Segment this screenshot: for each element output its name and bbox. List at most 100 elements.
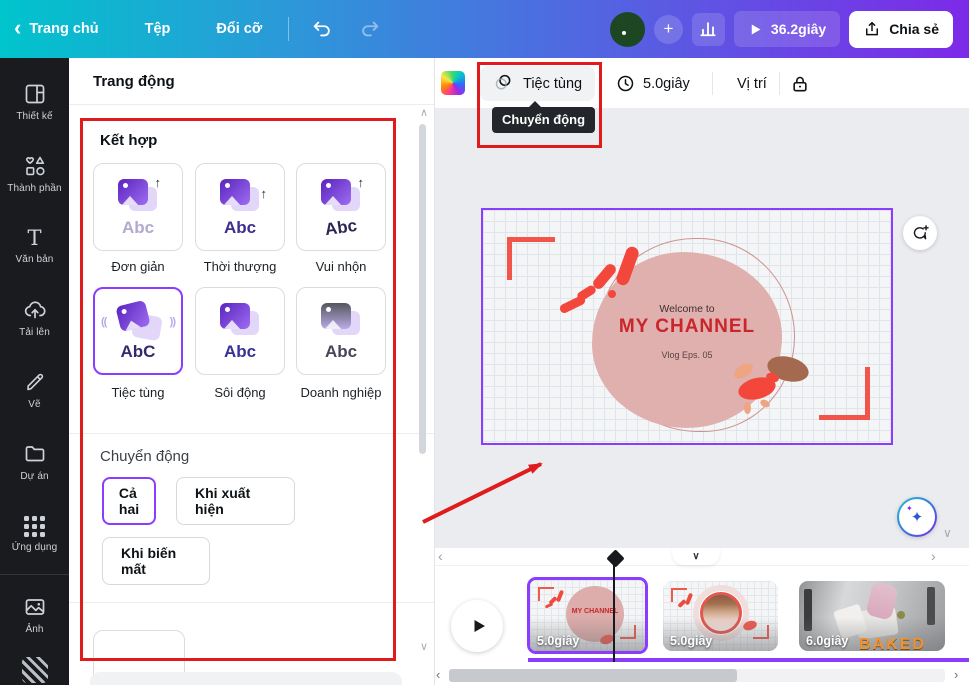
playhead-line[interactable] xyxy=(613,562,615,662)
panel-divider xyxy=(69,433,434,434)
background-tool-icon[interactable] xyxy=(22,657,48,683)
bar-chart-icon xyxy=(698,19,718,39)
timeline-scrollbar-thumb[interactable] xyxy=(449,669,737,682)
sidebar-item-uploads[interactable]: Tải lên xyxy=(0,282,69,354)
animation-style-button[interactable]: Tiệc tùng xyxy=(480,66,595,101)
page-thumbnail-2[interactable]: 5.0giây xyxy=(663,581,778,651)
brush-stroke xyxy=(608,290,616,298)
timeline-seam xyxy=(435,565,969,566)
animation-style-label: Đơn giản xyxy=(92,259,184,274)
motion-option-both[interactable]: Cả hai xyxy=(102,477,156,525)
canvas-page[interactable]: Welcome to MY CHANNEL Vlog Eps. 05 xyxy=(481,208,893,445)
menu-resize[interactable]: Đổi cỡ xyxy=(216,21,262,37)
color-swatch-button[interactable] xyxy=(441,71,465,95)
lock-button[interactable] xyxy=(785,69,815,99)
sidebar-item-text[interactable]: T Văn bản xyxy=(0,210,69,282)
combo-section-heading: Kết hợp xyxy=(100,132,157,149)
panel-title: Trang động xyxy=(69,58,434,105)
timeline-scrollbar-left-icon[interactable]: ‹ xyxy=(436,667,440,682)
motion-option-on-exit[interactable]: Khi biến mất xyxy=(102,537,210,585)
animation-style-thumbnail: ↑ Abc xyxy=(107,178,169,236)
back-home-button[interactable]: ‹ Trang chủ xyxy=(14,19,99,39)
preview-play-button[interactable]: 36.2giây xyxy=(734,11,840,47)
text-icon: T xyxy=(27,227,41,249)
context-toolbar: Tiệc tùng 5.0giây Vị trí xyxy=(435,58,969,108)
page-thumbnail-1[interactable]: MY CHANNEL 5.0giây xyxy=(527,577,648,654)
sound-waves-right: )) xyxy=(170,316,175,328)
insights-button[interactable] xyxy=(692,13,725,46)
page-duration-button[interactable]: 5.0giây xyxy=(608,66,698,101)
animation-tooltip: Chuyển động xyxy=(492,107,595,133)
elements-icon xyxy=(23,154,47,178)
timeline-panel: ‹ ∨ › MY CHANNEL 5.0giây xyxy=(435,548,969,685)
floral-shape xyxy=(744,402,751,414)
brush-stroke xyxy=(558,295,586,315)
play-icon xyxy=(470,617,488,635)
upload-cloud-icon xyxy=(23,298,47,322)
add-member-button[interactable]: + xyxy=(654,15,683,44)
panel-scroll-up-icon[interactable]: ∧ xyxy=(420,106,428,119)
animation-style-thumbnail: (( )) AbC xyxy=(107,302,169,360)
panel-scrollbar-thumb[interactable] xyxy=(419,124,426,454)
sidebar-item-elements[interactable]: Thành phần xyxy=(0,138,69,210)
animation-style-label: Thời thượng xyxy=(194,259,286,274)
animation-style-card-doanh-nghiep[interactable]: Abc xyxy=(296,287,386,375)
timeline-play-button[interactable] xyxy=(451,600,503,652)
animation-style-thumbnail: Abc xyxy=(310,302,372,360)
animation-style-card-don-gian[interactable]: ↑ Abc xyxy=(93,163,183,251)
sidebar-item-photos[interactable]: Ảnh xyxy=(0,579,69,651)
animation-style-card-thoi-thuong[interactable]: ↑ Abc xyxy=(195,163,285,251)
image-icon xyxy=(23,595,47,619)
clock-icon xyxy=(616,74,635,93)
design-title-text: MY CHANNEL xyxy=(587,316,787,338)
scroll-down-icon[interactable]: ∨ xyxy=(943,526,952,540)
sidebar-item-projects[interactable]: Dự án xyxy=(0,426,69,498)
sparkles-icon: ✦✦ xyxy=(899,499,935,535)
corner-bracket-top-left xyxy=(507,237,555,280)
toolbar-divider xyxy=(712,72,713,95)
share-label: Chia sẻ xyxy=(889,21,939,37)
animation-style-thumbnail: Abc xyxy=(209,302,271,360)
timeline-duration-track[interactable] xyxy=(528,658,969,662)
sound-waves-left: (( xyxy=(101,316,106,328)
animation-style-label: Doanh nghiệp xyxy=(295,385,387,400)
menu-file[interactable]: Tệp xyxy=(145,21,171,37)
animation-style-label: Tiệc tùng xyxy=(92,385,184,400)
sidebar-separator xyxy=(0,574,69,575)
play-icon xyxy=(748,22,763,37)
comment-plus-icon xyxy=(911,224,930,243)
magic-assistant-button[interactable]: ✦✦ xyxy=(897,497,937,537)
next-section-edge xyxy=(90,672,402,685)
animations-panel: Trang động Kết hợp ↑ Abc Đơn giản ↑ Abc … xyxy=(69,58,435,685)
share-button[interactable]: Chia sẻ xyxy=(849,11,953,48)
undo-button[interactable] xyxy=(307,14,337,44)
page-duration-label: 5.0giây xyxy=(537,634,579,648)
redo-icon xyxy=(359,18,381,40)
mini-design-title: MY CHANNEL xyxy=(558,608,632,615)
panel-scroll-down-icon[interactable]: ∨ xyxy=(420,640,428,653)
page-duration-label: 5.0giây xyxy=(670,634,712,648)
timeline-scroll-left-icon[interactable]: ‹ xyxy=(438,548,443,564)
add-comment-button[interactable] xyxy=(903,216,937,250)
pen-icon xyxy=(23,370,47,394)
design-welcome-text: Welcome to xyxy=(587,303,787,315)
animation-style-card-vui-nhon[interactable]: ↑ Abc xyxy=(296,163,386,251)
timeline-collapse-tab[interactable]: ∨ xyxy=(672,548,720,565)
lock-icon xyxy=(790,74,810,94)
account-avatar[interactable] xyxy=(610,12,645,47)
position-button[interactable]: Vị trí xyxy=(725,66,779,101)
redo-button[interactable] xyxy=(355,14,385,44)
timeline-scrollbar-right-icon[interactable]: › xyxy=(954,667,958,682)
page-thumbnail-3[interactable]: 6.0giây BAKED xyxy=(799,581,945,651)
sidebar-item-design[interactable]: Thiết kế xyxy=(0,66,69,138)
topbar-divider xyxy=(288,17,289,41)
timeline-scroll-right-icon[interactable]: › xyxy=(931,548,936,564)
sidebar-item-draw[interactable]: Vẽ xyxy=(0,354,69,426)
motion-option-on-enter[interactable]: Khi xuất hiện xyxy=(176,477,295,525)
animation-style-card-soi-dong[interactable]: Abc xyxy=(195,287,285,375)
apps-grid-icon xyxy=(24,516,45,537)
animation-style-label: Vui nhộn xyxy=(295,259,387,274)
design-icon xyxy=(23,82,47,106)
animation-style-card-tiec-tung[interactable]: (( )) AbC xyxy=(93,287,183,375)
sidebar-item-apps[interactable]: Ứng dụng xyxy=(0,498,69,570)
